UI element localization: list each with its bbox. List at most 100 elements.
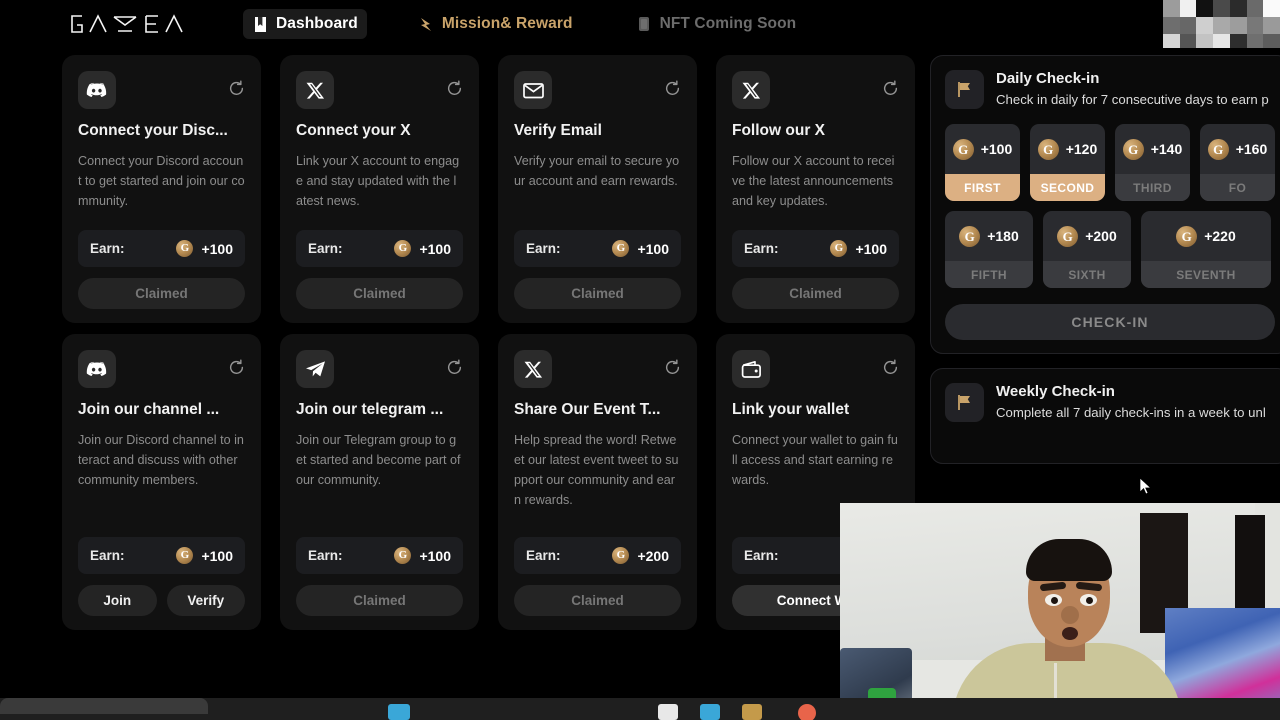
nav-item-mission-reward[interactable]: Mission& Reward	[409, 9, 582, 39]
gaea-coin-icon: G	[959, 225, 981, 247]
mouse-cursor	[1140, 478, 1152, 495]
check-in-button[interactable]: CHECK-IN	[945, 304, 1275, 340]
task-title: Share Our Event T...	[514, 401, 661, 418]
taskbar-app-icon[interactable]	[742, 704, 762, 720]
task-action-button[interactable]: Claimed	[732, 278, 899, 309]
task-earn-value: +100	[201, 240, 233, 257]
envelope-icon	[522, 82, 544, 98]
checkin-tile-reward: G +140	[1115, 124, 1190, 174]
checkin-day-tile[interactable]: G +160 FO	[1200, 124, 1275, 201]
task-action-button[interactable]: Claimed	[514, 585, 681, 616]
refresh-icon[interactable]	[446, 80, 463, 97]
x-icon	[742, 82, 760, 99]
task-description: Connect your wallet to gain full access …	[732, 433, 898, 487]
refresh-icon[interactable]	[664, 359, 681, 376]
taskbar-app-icon[interactable]	[700, 704, 720, 720]
task-description: Join our Telegram group to get started a…	[296, 433, 461, 487]
checkin-tile-day: SECOND	[1030, 174, 1105, 201]
task-earn-amount-group: G +100	[394, 240, 451, 257]
gaea-coin-icon: G	[1037, 138, 1059, 160]
task-platform-badge	[514, 71, 552, 109]
refresh-icon[interactable]	[228, 359, 245, 376]
task-card: Join our channel ... Join our Discord cha…	[62, 334, 261, 630]
app-screen: Dashboard Mission& Reward NFT Coming Soo…	[0, 0, 1280, 720]
task-platform-badge	[296, 350, 334, 388]
task-earn-row: Earn: G +100	[296, 230, 463, 267]
refresh-icon[interactable]	[664, 80, 681, 97]
task-earn-row: Earn: G +100	[78, 537, 245, 574]
taskbar-search-pill[interactable]	[0, 698, 208, 714]
daily-checkin-subtitle: Check in daily for 7 consecutive days to…	[996, 92, 1269, 107]
checkin-tile-day: FO	[1200, 174, 1275, 201]
task-earn-value: +100	[419, 240, 451, 257]
task-action-button[interactable]: Claimed	[514, 278, 681, 309]
task-earn-label: Earn:	[526, 548, 561, 563]
taskbar-app-icon[interactable]	[658, 704, 678, 720]
nav-item-dashboard[interactable]: Dashboard	[243, 9, 367, 39]
task-action-button[interactable]: Claimed	[78, 278, 245, 309]
weekly-checkin-header: Weekly Check-in Complete all 7 daily che…	[945, 383, 1275, 422]
refresh-icon[interactable]	[228, 80, 245, 97]
refresh-icon[interactable]	[882, 80, 899, 97]
taskbar-app-icon[interactable]	[388, 704, 410, 720]
x-icon	[524, 361, 542, 378]
right-column: Daily Check-in Check in daily for 7 cons…	[930, 55, 1280, 478]
task-platform-badge	[296, 71, 334, 109]
task-button-row: Claimed	[296, 585, 463, 616]
checkin-day-tile[interactable]: G +100 FIRST	[945, 124, 1020, 201]
task-earn-value: +100	[855, 240, 887, 257]
flag-icon	[945, 70, 984, 109]
refresh-icon[interactable]	[882, 359, 899, 376]
task-card: Verify Email Verify your email to secure …	[498, 55, 697, 323]
task-card-header	[732, 350, 899, 388]
gaea-coin-icon: G	[176, 547, 194, 564]
refresh-icon[interactable]	[446, 359, 463, 376]
gaea-coin-icon: G	[612, 547, 630, 564]
task-earn-value: +200	[637, 547, 669, 564]
gaea-coin-icon: G	[952, 138, 974, 160]
task-description: Join our Discord channel to interact and…	[78, 433, 244, 487]
nav-item-nft-coming-soon[interactable]: NFT Coming Soon	[627, 9, 806, 39]
webcam-overlay	[840, 503, 1280, 720]
checkin-day-tile[interactable]: G +140 THIRD	[1115, 124, 1190, 201]
task-description: Follow our X account to receive the late…	[732, 154, 895, 208]
task-card-header	[78, 350, 245, 388]
checkin-day-tile[interactable]: G +180 FIFTH	[945, 211, 1033, 288]
weekly-checkin-panel: Weekly Check-in Complete all 7 daily che…	[930, 368, 1280, 464]
daily-checkin-panel: Daily Check-in Check in daily for 7 cons…	[930, 55, 1280, 354]
task-title: Connect your Disc...	[78, 122, 228, 139]
task-button-row: Claimed	[732, 278, 899, 309]
task-card-header	[296, 71, 463, 109]
task-earn-label: Earn:	[308, 241, 343, 256]
task-earn-label: Earn:	[526, 241, 561, 256]
gaea-coin-icon: G	[394, 547, 412, 564]
nft-card-icon	[636, 15, 652, 33]
checkin-tile-amount: +220	[1204, 228, 1236, 244]
task-earn-amount-group: G +100	[176, 547, 233, 564]
task-action-button[interactable]: Claimed	[296, 585, 463, 616]
x-icon	[306, 82, 324, 99]
task-action-button[interactable]: Verify	[166, 585, 245, 616]
book-icon	[252, 15, 268, 33]
taskbar-alert-icon[interactable]	[798, 704, 816, 720]
gaea-logo[interactable]	[66, 11, 190, 37]
task-earn-row: Earn: G +100	[732, 230, 899, 267]
task-button-row: Join Verify	[78, 585, 245, 616]
checkin-day-tile[interactable]: G +120 SECOND	[1030, 124, 1105, 201]
task-earn-amount-group: G +100	[830, 240, 887, 257]
task-card-header	[296, 350, 463, 388]
gaea-coin-icon: G	[612, 240, 630, 257]
task-platform-badge	[78, 71, 116, 109]
checkin-tile-reward: G +120	[1030, 124, 1105, 174]
task-earn-amount-group: G +100	[394, 547, 451, 564]
task-earn-label: Earn:	[90, 548, 125, 563]
task-action-button[interactable]: Claimed	[296, 278, 463, 309]
checkin-day-tile[interactable]: G +220 SEVENTH	[1141, 211, 1271, 288]
checkin-tile-amount: +120	[1065, 141, 1098, 157]
checkin-day-tile[interactable]: G +200 SIXTH	[1043, 211, 1131, 288]
task-earn-label: Earn:	[308, 548, 343, 563]
gaea-coin-icon: G	[1176, 225, 1198, 247]
checkin-tile-day: SIXTH	[1043, 261, 1131, 288]
task-description: Connect your Discord account to get star…	[78, 154, 245, 208]
task-action-button[interactable]: Join	[78, 585, 157, 616]
